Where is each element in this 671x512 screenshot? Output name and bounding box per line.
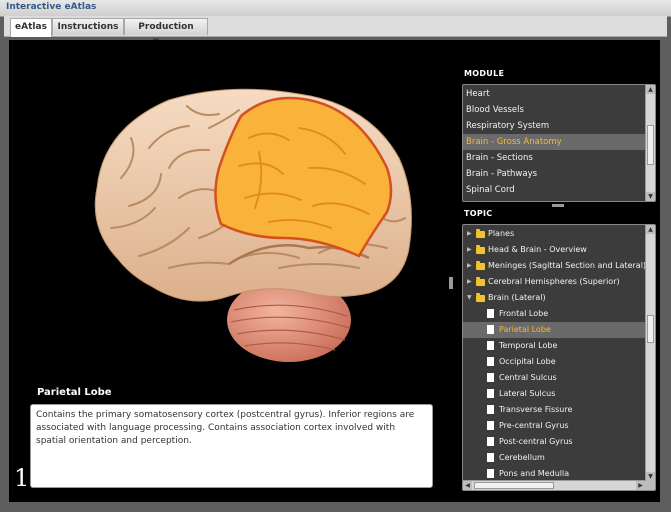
tree-folder-label: Meninges (Sagittal Section and Lateral) [488, 261, 647, 270]
tab-production-team[interactable]: Production Team [124, 18, 208, 48]
document-icon [487, 373, 494, 382]
tree-folder-cerebral-hemispheres[interactable]: ▶ Cerebral Hemispheres (Superior) [463, 274, 645, 290]
tree-item-label: Lateral Sulcus [499, 389, 556, 398]
tree-item-label: Transverse Fissure [499, 405, 573, 414]
tree-item-cerebellum[interactable]: Cerebellum [463, 450, 645, 466]
tree-item-label: Parietal Lobe [499, 325, 551, 334]
detail-description: Contains the primary somatosensory corte… [30, 404, 433, 488]
scroll-right-arrow-icon[interactable]: ▶ [636, 481, 645, 490]
figure-number: 1 [14, 464, 30, 492]
atlas-stage: Parietal Lobe Contains the primary somat… [9, 40, 660, 502]
tree-item-occipital-lobe[interactable]: Occipital Lobe [463, 354, 645, 370]
module-item-brain-pathways[interactable]: Brain - Pathways [463, 166, 645, 182]
scrollbar-corner [645, 481, 655, 490]
tree-folder-label: Cerebral Hemispheres (Superior) [488, 277, 620, 286]
folder-icon [476, 277, 485, 286]
module-scroll-thumb[interactable] [647, 125, 654, 165]
topic-scroll-thumb-horizontal[interactable] [474, 482, 554, 489]
tree-item-temporal-lobe[interactable]: Temporal Lobe [463, 338, 645, 354]
tree-item-label: Central Sulcus [499, 373, 557, 382]
folder-icon [476, 245, 485, 254]
tree-item-label: Post-central Gyrus [499, 437, 573, 446]
brain-lateral-illustration [94, 88, 412, 362]
document-icon [487, 309, 494, 318]
document-icon [487, 389, 494, 398]
scroll-left-arrow-icon[interactable]: ◀ [463, 481, 472, 490]
expand-arrow-icon[interactable]: ▶ [467, 226, 472, 242]
tree-item-label: Temporal Lobe [499, 341, 558, 350]
folder-icon [476, 261, 485, 270]
tab-instructions[interactable]: Instructions [52, 18, 124, 35]
tree-item-post-central-gyrus[interactable]: Post-central Gyrus [463, 434, 645, 450]
topic-tree[interactable]: ▶ Planes ▶ Head & Brain - Overview ▶ Men… [462, 224, 656, 491]
module-scrollbar[interactable]: ▲ ▼ [645, 85, 655, 201]
topic-scrollbar-vertical[interactable]: ▲ ▼ [645, 225, 655, 481]
topic-scrollbar-horizontal[interactable]: ◀ ▶ [463, 480, 645, 490]
tree-item-pre-central-gyrus[interactable]: Pre-central Gyrus [463, 418, 645, 434]
document-icon [487, 405, 494, 414]
tree-item-central-sulcus[interactable]: Central Sulcus [463, 370, 645, 386]
tab-bar: eAtlas Instructions Production Team [4, 16, 667, 48]
panel-collapse-handle[interactable] [449, 277, 453, 289]
tree-item-lateral-sulcus[interactable]: Lateral Sulcus [463, 386, 645, 402]
scroll-up-arrow-icon[interactable]: ▲ [646, 85, 655, 94]
document-icon [487, 469, 494, 478]
document-icon [487, 421, 494, 430]
tree-folder-head-brain-overview[interactable]: ▶ Head & Brain - Overview [463, 242, 645, 258]
tree-folder-meninges[interactable]: ▶ Meninges (Sagittal Section and Lateral… [463, 258, 647, 274]
collapse-arrow-icon[interactable]: ▼ [467, 290, 472, 306]
panel-splitter-handle[interactable] [552, 204, 564, 207]
document-icon [487, 453, 494, 462]
expand-arrow-icon[interactable]: ▶ [467, 274, 472, 290]
tree-item-frontal-lobe[interactable]: Frontal Lobe [463, 306, 645, 322]
expand-arrow-icon[interactable]: ▶ [467, 258, 472, 274]
document-icon [487, 357, 494, 366]
window-title: Interactive eAtlas [6, 2, 97, 12]
scroll-down-arrow-icon[interactable]: ▼ [646, 472, 655, 481]
document-icon [487, 437, 494, 446]
topic-heading: TOPIC [464, 209, 493, 218]
module-item-brain-sections[interactable]: Brain - Sections [463, 150, 645, 166]
tree-item-parietal-lobe[interactable]: Parietal Lobe [463, 322, 645, 338]
document-icon [487, 341, 494, 350]
tree-folder-label: Planes [488, 229, 515, 238]
module-item-heart[interactable]: Heart [463, 86, 645, 102]
tree-folder-label: Brain (Lateral) [488, 293, 546, 302]
tree-item-label: Cerebellum [499, 453, 545, 462]
module-list[interactable]: Heart Blood Vessels Respiratory System B… [462, 84, 656, 202]
tree-folder-label: Head & Brain - Overview [488, 245, 587, 254]
window-titlebar: Interactive eAtlas [0, 0, 671, 17]
folder-open-icon [476, 293, 485, 302]
scroll-down-arrow-icon[interactable]: ▼ [646, 192, 655, 201]
module-item-brain-gross-anatomy[interactable]: Brain - Gross Anatomy [463, 134, 645, 150]
tree-item-label: Frontal Lobe [499, 309, 549, 318]
folder-icon [476, 229, 485, 238]
tree-item-label: Pre-central Gyrus [499, 421, 569, 430]
module-item-spinal-cord[interactable]: Spinal Cord [463, 182, 645, 198]
tree-item-transverse-fissure[interactable]: Transverse Fissure [463, 402, 645, 418]
document-icon [487, 325, 494, 334]
detail-title: Parietal Lobe [37, 387, 112, 398]
tree-item-label: Occipital Lobe [499, 357, 556, 366]
module-item-respiratory-system[interactable]: Respiratory System [463, 118, 645, 134]
tab-eatlas[interactable]: eAtlas [10, 18, 52, 37]
scroll-up-arrow-icon[interactable]: ▲ [646, 225, 655, 234]
expand-arrow-icon[interactable]: ▶ [467, 242, 472, 258]
topic-scroll-thumb[interactable] [647, 315, 654, 343]
tree-folder-brain-lateral[interactable]: ▼ Brain (Lateral) [463, 290, 645, 306]
module-item-blood-vessels[interactable]: Blood Vessels [463, 102, 645, 118]
tree-folder-planes[interactable]: ▶ Planes [463, 226, 645, 242]
module-heading: MODULE [464, 69, 505, 78]
